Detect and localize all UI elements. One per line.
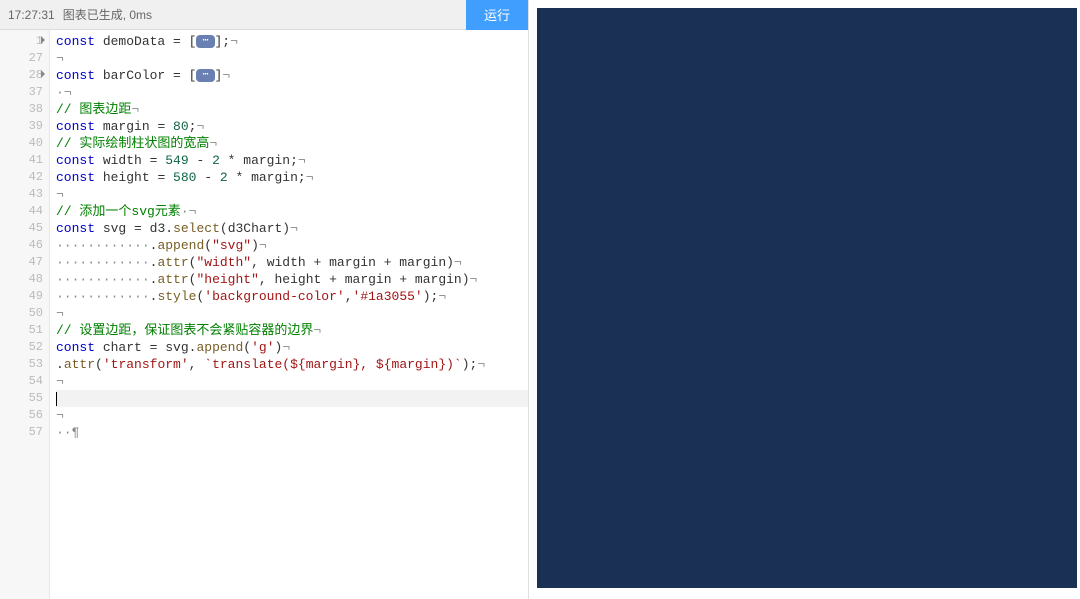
code-line[interactable]: ¬ xyxy=(56,186,528,203)
preview-pane xyxy=(529,0,1080,599)
line-number: 38 xyxy=(0,101,43,118)
line-number: 47 xyxy=(0,254,43,271)
code-line[interactable]: const svg = d3.select(d3Chart)¬ xyxy=(56,220,528,237)
line-number: 48 xyxy=(0,271,43,288)
folded-region-badge[interactable]: ⋯ xyxy=(196,35,214,48)
code-line[interactable]: ¬ xyxy=(56,305,528,322)
line-number: 56 xyxy=(0,407,43,424)
code-line[interactable]: ··¶ xyxy=(56,424,528,441)
code-line[interactable]: ············.attr("height", height + mar… xyxy=(56,271,528,288)
line-number: 42 xyxy=(0,169,43,186)
line-number: 27 xyxy=(0,50,43,67)
fold-toggle-icon[interactable] xyxy=(41,70,45,78)
code-line[interactable] xyxy=(56,390,528,407)
line-number: 52 xyxy=(0,339,43,356)
code-line[interactable]: .attr('transform', `translate(${margin},… xyxy=(56,356,528,373)
run-button[interactable]: 运行 xyxy=(466,0,528,30)
code-editor[interactable]: 1272837383940414243444546474849505152535… xyxy=(0,30,528,599)
line-number: 49 xyxy=(0,288,43,305)
code-line[interactable]: const width = 549 - 2 * margin;¬ xyxy=(56,152,528,169)
line-number: 28 xyxy=(0,67,43,84)
line-number: 53 xyxy=(0,356,43,373)
line-number: 41 xyxy=(0,152,43,169)
line-number: 50 xyxy=(0,305,43,322)
text-cursor xyxy=(56,392,57,406)
line-number: 39 xyxy=(0,118,43,135)
code-line[interactable]: // 图表边距¬ xyxy=(56,101,528,118)
code-line[interactable]: // 实际绘制柱状图的宽高¬ xyxy=(56,135,528,152)
line-number: 54 xyxy=(0,373,43,390)
fold-toggle-icon[interactable] xyxy=(41,36,45,44)
code-line[interactable]: ············.style('background-color','#… xyxy=(56,288,528,305)
line-number: 57 xyxy=(0,424,43,441)
app-root: 17:27:31 图表已生成, 0ms 运行 12728373839404142… xyxy=(0,0,1080,599)
folded-region-badge[interactable]: ⋯ xyxy=(196,69,214,82)
code-area[interactable]: const demoData = [⋯];¬¬const barColor = … xyxy=(50,30,528,599)
line-number: 44 xyxy=(0,203,43,220)
code-line[interactable]: // 设置边距，保证图表不会紧贴容器的边界¬ xyxy=(56,322,528,339)
code-line[interactable]: const chart = svg.append('g')¬ xyxy=(56,339,528,356)
code-line[interactable]: const demoData = [⋯];¬ xyxy=(56,33,528,50)
code-line[interactable]: ¬ xyxy=(56,50,528,67)
line-number: 37 xyxy=(0,84,43,101)
code-line[interactable]: const margin = 80;¬ xyxy=(56,118,528,135)
code-line[interactable]: ·¬ xyxy=(56,84,528,101)
left-pane: 17:27:31 图表已生成, 0ms 运行 12728373839404142… xyxy=(0,0,529,599)
code-line[interactable]: // 添加一个svg元素·¬ xyxy=(56,203,528,220)
timestamp: 17:27:31 xyxy=(8,8,55,22)
line-number: 40 xyxy=(0,135,43,152)
line-number: 1 xyxy=(0,33,43,50)
line-number: 45 xyxy=(0,220,43,237)
code-line[interactable]: ¬ xyxy=(56,407,528,424)
toolbar: 17:27:31 图表已生成, 0ms 运行 xyxy=(0,0,528,30)
code-line[interactable]: const height = 580 - 2 * margin;¬ xyxy=(56,169,528,186)
chart-preview-svg xyxy=(537,8,1077,588)
code-line[interactable]: ············.append("svg")¬ xyxy=(56,237,528,254)
code-line[interactable]: const barColor = [⋯]¬ xyxy=(56,67,528,84)
line-number: 46 xyxy=(0,237,43,254)
code-line[interactable]: ············.attr("width", width + margi… xyxy=(56,254,528,271)
line-number: 51 xyxy=(0,322,43,339)
line-number: 55 xyxy=(0,390,43,407)
status-bar: 17:27:31 图表已生成, 0ms xyxy=(8,6,466,23)
line-number-gutter: 1272837383940414243444546474849505152535… xyxy=(0,30,50,599)
line-number: 43 xyxy=(0,186,43,203)
code-line[interactable]: ¬ xyxy=(56,373,528,390)
status-text: 图表已生成, 0ms xyxy=(63,6,152,23)
